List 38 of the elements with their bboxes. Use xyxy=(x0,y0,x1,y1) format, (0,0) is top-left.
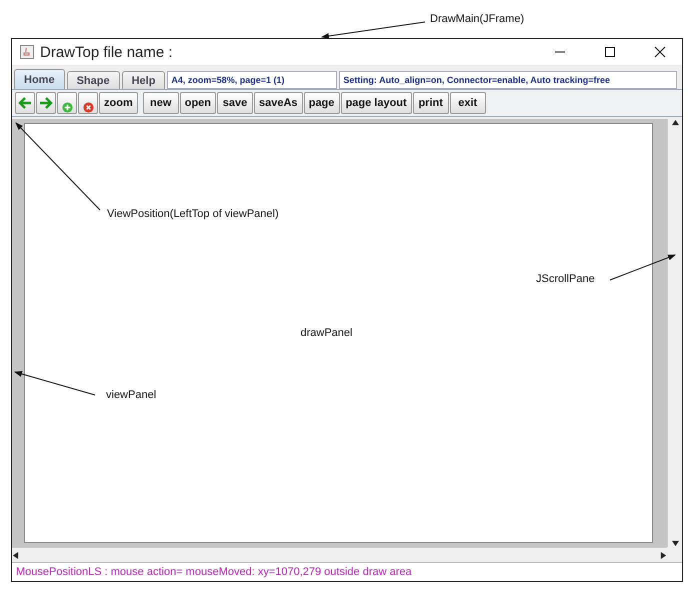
scroll-right-icon xyxy=(660,552,667,558)
plus-circle-icon xyxy=(62,102,72,112)
right-arrow-icon xyxy=(39,96,53,110)
toolbar-button[interactable]: page layout xyxy=(340,92,412,114)
toolbar-button[interactable]: new xyxy=(142,92,179,114)
toolbar-button[interactable]: save xyxy=(217,92,254,114)
annotation-label: viewPanel xyxy=(106,389,156,401)
annotation-label: JScrollPane xyxy=(536,273,595,285)
java-cup-icon xyxy=(20,45,34,59)
toolbar-button[interactable]: exit xyxy=(450,92,486,114)
pointer-arrow xyxy=(610,254,676,280)
info-field: A4, zoom=58%, page=1 (1) xyxy=(167,71,338,89)
left-arrow-icon xyxy=(18,96,32,110)
tab[interactable]: Home xyxy=(14,69,65,89)
toolbar-button[interactable] xyxy=(57,92,77,114)
toolbar-button[interactable] xyxy=(36,92,56,114)
maximize-icon xyxy=(604,46,616,58)
toolbar-button[interactable] xyxy=(78,92,98,114)
tab[interactable]: Shape xyxy=(66,71,120,89)
toolbar-button[interactable]: page xyxy=(304,92,340,114)
panel-label: drawPanel xyxy=(300,327,352,339)
toolbar-button[interactable]: open xyxy=(180,92,216,114)
zoom-button[interactable]: zoom xyxy=(99,92,138,114)
toolbar-button[interactable]: print xyxy=(412,92,449,114)
vertical-scrollbar[interactable] xyxy=(667,119,682,547)
window-title: DrawTop file name : xyxy=(40,44,174,60)
close-icon xyxy=(654,46,666,58)
status-bar: MousePositionLS : mouse action= mouseMoved: xy=1070,279 outside draw area xyxy=(12,562,682,581)
toolbar-button[interactable] xyxy=(15,92,35,114)
x-circle-icon xyxy=(82,102,94,112)
tab[interactable]: Help xyxy=(122,71,166,89)
annotation-label: DrawMain(JFrame) xyxy=(430,13,524,25)
scroll-down-icon xyxy=(672,540,678,547)
horizontal-scrollbar[interactable] xyxy=(12,547,667,562)
annotation-label: ViewPosition(LeftTop of viewPanel) xyxy=(107,208,279,220)
toolbar-button[interactable]: saveAs xyxy=(254,92,303,114)
settings-field: Setting: Auto_align=on, Connector=enable, Auto tracking=free xyxy=(339,71,678,89)
scroll-up-icon xyxy=(672,119,678,126)
